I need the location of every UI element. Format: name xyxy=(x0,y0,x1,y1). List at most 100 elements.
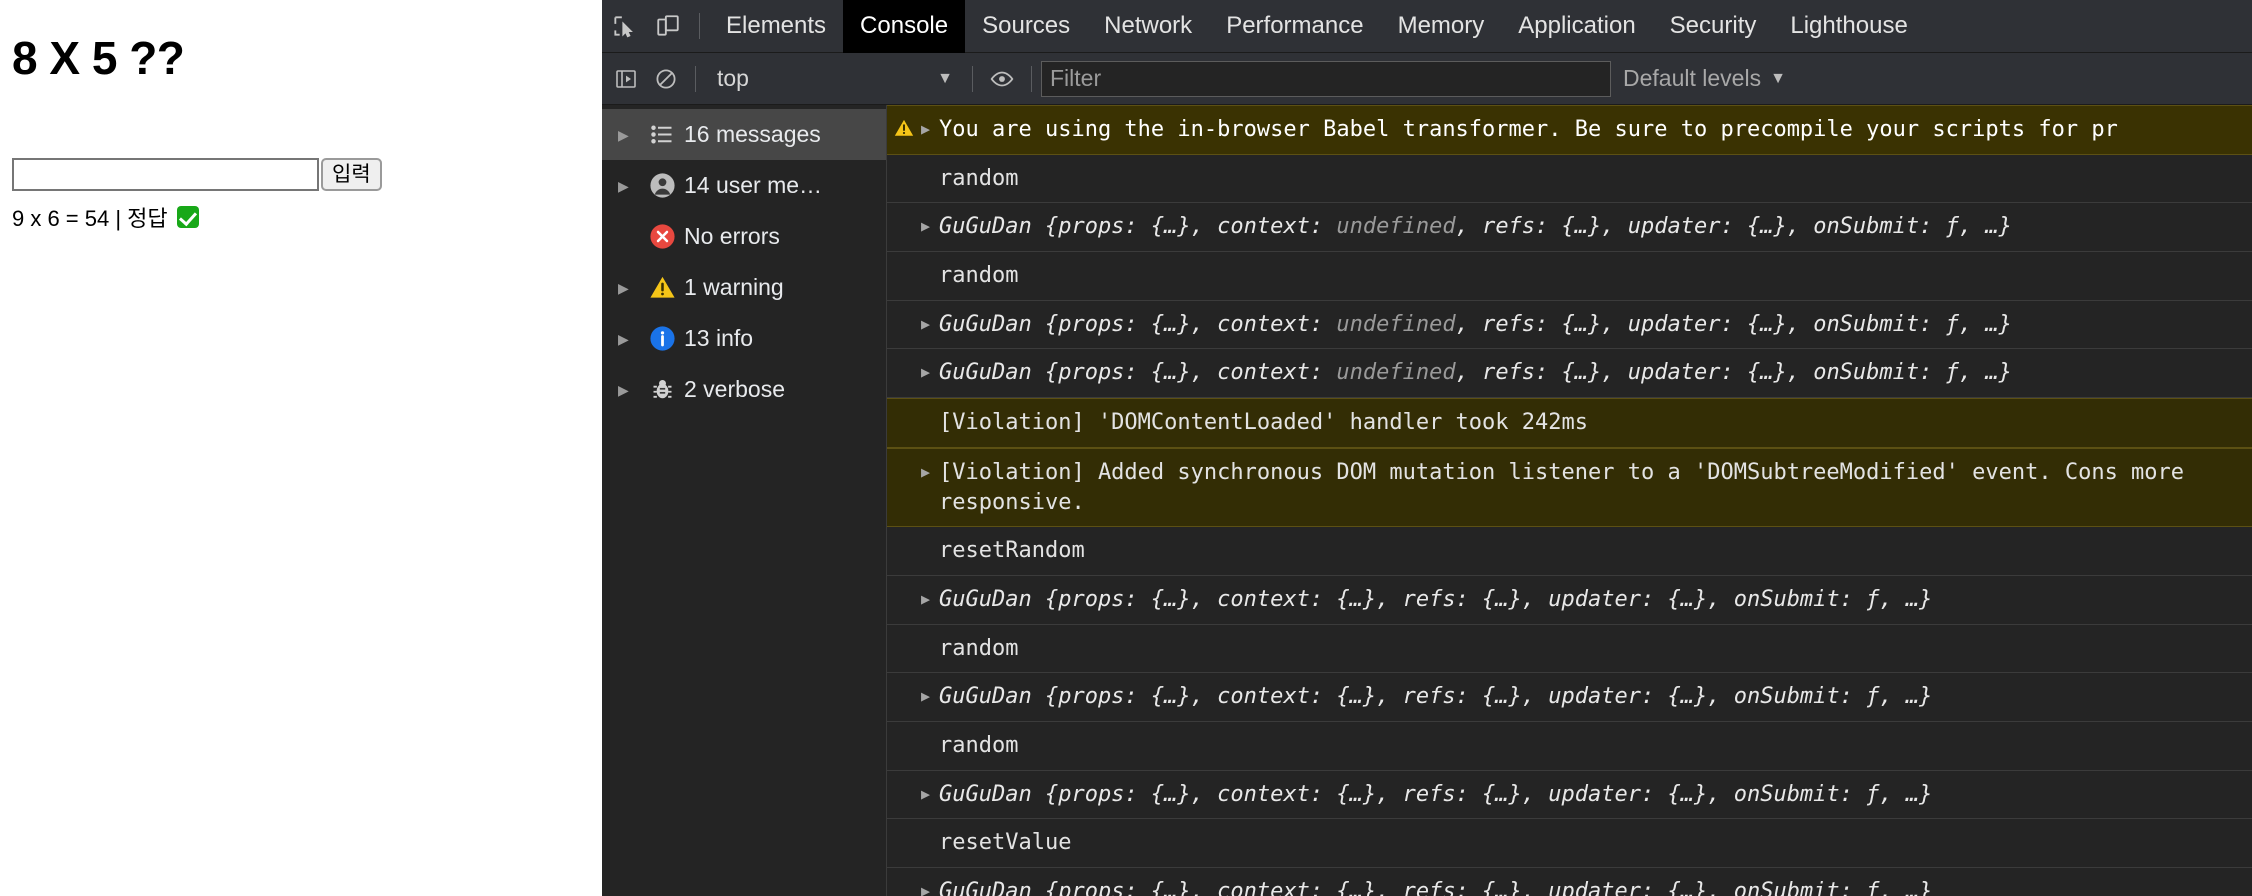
tab-security[interactable]: Security xyxy=(1653,0,1774,53)
execution-context-select[interactable]: top ▼ xyxy=(705,61,963,97)
devtools-tabstrip: Elements Console Sources Network Perform… xyxy=(602,0,2252,53)
console-row-log[interactable]: ▶ resetValue xyxy=(887,819,2252,868)
console-message-list[interactable]: ▶ You are using the in-browser Babel tra… xyxy=(887,105,2252,896)
console-row-object[interactable]: ▶ GuGuDan {props: {…}, context: {…}, ref… xyxy=(887,868,2252,896)
console-row-object[interactable]: ▶ GuGuDan {props: {…}, context: {…}, ref… xyxy=(887,771,2252,820)
row-gutter xyxy=(887,458,921,460)
log-levels-select[interactable]: Default levels ▼ xyxy=(1623,65,1786,92)
console-row-text: random xyxy=(939,635,1019,661)
console-row-text: GuGuDan {props: {…}, context: {…}, refs:… xyxy=(939,684,1933,710)
expand-arrow-icon-2[interactable]: ▶ xyxy=(921,212,939,241)
sidebar-item-verbose[interactable]: ▶ 2 verbose xyxy=(602,364,886,415)
expand-arrow-icon-6[interactable]: ▶ xyxy=(921,585,939,614)
tab-sources[interactable]: Sources xyxy=(965,0,1087,53)
tab-memory[interactable]: Memory xyxy=(1381,0,1502,53)
sidebar-item-errors[interactable]: ▶ No errors xyxy=(602,211,886,262)
result-text: 9 x 6 = 54 | 정답 xyxy=(12,206,168,232)
list-icon xyxy=(640,121,684,148)
log-levels-label: Default levels xyxy=(1623,65,1762,91)
expand-triangle-icon-5[interactable]: ▶ xyxy=(618,332,640,346)
console-row-log[interactable]: ▶ random xyxy=(887,252,2252,301)
console-row-text: GuGuDan {props: {…}, context: {…}, refs:… xyxy=(939,879,1933,896)
console-row-log[interactable]: ▶ random xyxy=(887,625,2252,674)
device-toolbar-icon[interactable] xyxy=(646,4,690,48)
chevron-down-icon: ▼ xyxy=(937,69,953,87)
console-row-text: GuGuDan {props: {…}, context: undefined,… xyxy=(939,360,2012,386)
console-row-object[interactable]: ▶ GuGuDan {props: {…}, context: undefine… xyxy=(887,349,2252,399)
row-gutter xyxy=(887,261,921,263)
clear-console-icon[interactable] xyxy=(646,59,686,99)
console-row-violation[interactable]: ▶ [Violation] 'DOMContentLoaded' handler… xyxy=(887,398,2252,448)
expand-arrow-icon-9[interactable]: ▶ xyxy=(921,877,939,896)
sidebar-item-messages[interactable]: ▶ 16 messages xyxy=(602,109,886,160)
submit-button[interactable]: 입력 xyxy=(321,158,382,192)
console-row-text: resetRandom xyxy=(939,538,1085,564)
row-gutter xyxy=(887,731,921,733)
tab-network[interactable]: Network xyxy=(1087,0,1209,53)
expand-arrow-icon-7[interactable]: ▶ xyxy=(921,682,939,711)
web-page-panel: 8 X 5 ?? 입력 9 x 6 = 54 | 정답 xyxy=(0,0,602,896)
console-row-violation-wrapped[interactable]: ▶ [Violation] Added synchronous DOM muta… xyxy=(887,447,2252,528)
console-row-object[interactable]: ▶ GuGuDan {props: {…}, context: undefine… xyxy=(887,203,2252,253)
sidebar-item-label: 16 messages xyxy=(684,121,821,147)
console-sidebar: ▶ 16 messages ▶ 14 user me… No errors ▶ … xyxy=(602,105,887,896)
console-row-text: [Violation] 'DOMContentLoaded' handler t… xyxy=(939,410,1589,436)
sidebar-item-label-2: 14 user me… xyxy=(684,172,823,198)
sidebar-item-info[interactable]: ▶ 13 info xyxy=(602,313,886,364)
expand-arrow-icon-4[interactable]: ▶ xyxy=(921,358,939,387)
expand-triangle-icon-4[interactable]: ▶ xyxy=(618,281,640,295)
expand-arrow-icon-3[interactable]: ▶ xyxy=(921,310,939,339)
console-row-log[interactable]: ▶ random xyxy=(887,155,2252,204)
console-row-log[interactable]: ▶ random xyxy=(887,722,2252,771)
expand-triangle-icon[interactable]: ▶ xyxy=(618,128,640,142)
tab-lighthouse[interactable]: Lighthouse xyxy=(1773,0,1924,53)
expand-triangle-icon-2[interactable]: ▶ xyxy=(618,179,640,193)
tab-elements[interactable]: Elements xyxy=(709,0,843,53)
row-gutter xyxy=(887,585,921,587)
expand-arrow-icon-5[interactable]: ▶ xyxy=(921,458,939,487)
row-gutter xyxy=(887,358,921,360)
console-row-object[interactable]: ▶ GuGuDan {props: {…}, context: {…}, ref… xyxy=(887,673,2252,722)
answer-input[interactable] xyxy=(12,158,319,192)
console-row-text: [Violation] Added synchronous DOM mutati… xyxy=(939,459,2185,515)
inspect-element-icon[interactable] xyxy=(602,4,646,48)
console-body: ▶ 16 messages ▶ 14 user me… No errors ▶ … xyxy=(602,105,2252,896)
sidebar-item-warnings[interactable]: ▶ 1 warning xyxy=(602,262,886,313)
toolbar-divider-4 xyxy=(1031,65,1032,92)
tab-performance[interactable]: Performance xyxy=(1209,0,1380,53)
console-row-text: GuGuDan {props: {…}, context: {…}, refs:… xyxy=(939,781,1933,807)
console-row-text: You are using the in-browser Babel trans… xyxy=(939,117,2118,142)
warning-icon-small xyxy=(887,115,921,139)
tab-console[interactable]: Console xyxy=(843,0,966,53)
console-row-object[interactable]: ▶ GuGuDan {props: {…}, context: {…}, ref… xyxy=(887,576,2252,625)
console-row-text: random xyxy=(939,263,1019,289)
row-gutter xyxy=(887,682,921,684)
tab-application[interactable]: Application xyxy=(1501,0,1652,53)
console-row-text: GuGuDan {props: {…}, context: undefined,… xyxy=(939,214,2012,240)
sidebar-item-label-5: 13 info xyxy=(684,325,754,351)
console-row-log[interactable]: ▶ resetRandom xyxy=(887,527,2252,576)
user-icon xyxy=(640,171,684,200)
console-row-text: GuGuDan {props: {…}, context: undefined,… xyxy=(939,311,2012,337)
console-row-warning[interactable]: ▶ You are using the in-browser Babel tra… xyxy=(887,105,2252,155)
sidebar-item-label-6: 2 verbose xyxy=(684,376,786,402)
sidebar-item-label-3: No errors xyxy=(684,223,780,249)
error-icon xyxy=(640,222,684,251)
expand-arrow-icon[interactable]: ▶ xyxy=(921,115,939,144)
row-gutter xyxy=(887,877,921,879)
filter-input[interactable] xyxy=(1041,60,1611,97)
console-row-object[interactable]: ▶ GuGuDan {props: {…}, context: undefine… xyxy=(887,301,2252,350)
expand-arrow-icon-8[interactable]: ▶ xyxy=(921,780,939,809)
expand-triangle-icon-6[interactable]: ▶ xyxy=(618,383,640,397)
console-toolbar: top ▼ Default levels ▼ xyxy=(602,53,2252,105)
console-row-text: GuGuDan {props: {…}, context: {…}, refs:… xyxy=(939,586,1933,612)
row-gutter xyxy=(887,310,921,312)
row-gutter xyxy=(887,536,921,538)
info-icon xyxy=(640,324,684,353)
console-row-text: random xyxy=(939,732,1019,758)
sidebar-item-user-messages[interactable]: ▶ 14 user me… xyxy=(602,160,886,211)
row-gutter xyxy=(887,164,921,166)
execution-context-value: top xyxy=(717,65,749,91)
live-expression-eye-icon[interactable] xyxy=(982,59,1022,99)
console-sidebar-toggle-icon[interactable] xyxy=(606,59,646,99)
